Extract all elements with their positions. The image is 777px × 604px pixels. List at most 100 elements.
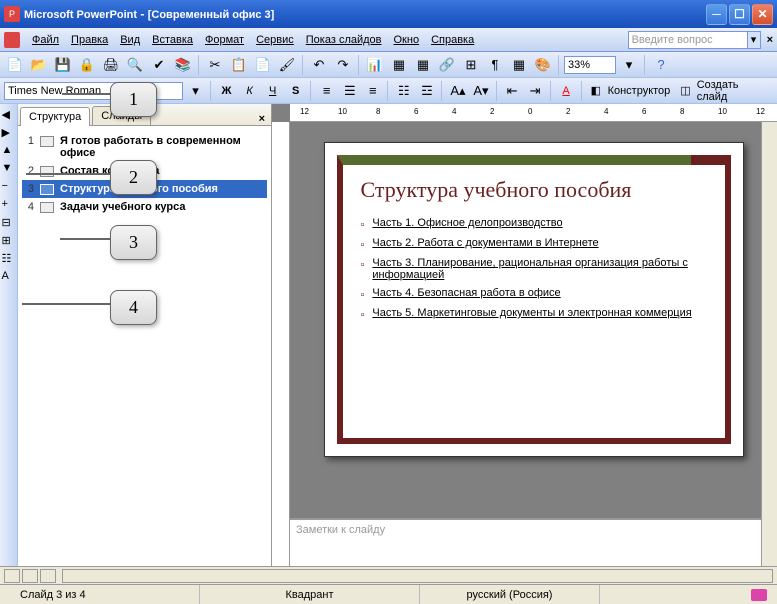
demote-button[interactable]: ▶ [2, 126, 16, 140]
title-bar: P Microsoft PowerPoint - [Современный оф… [0, 0, 777, 28]
help-dropdown-icon[interactable]: ▾ [747, 31, 761, 49]
maximize-button[interactable]: ☐ [729, 4, 750, 25]
status-bar: Слайд 3 из 4 Квадрант русский (Россия) [0, 584, 777, 604]
help-search-input[interactable]: Введите вопрос [628, 31, 748, 49]
table-button[interactable]: ▦ [388, 54, 410, 76]
expand-button[interactable]: + [2, 198, 16, 212]
new-slide-button[interactable]: ◫Создать слайд [676, 77, 773, 105]
bold-button[interactable]: Ж [216, 80, 237, 102]
format-painter-button[interactable]: 🖌 [276, 54, 298, 76]
status-icon [751, 589, 767, 601]
print-button[interactable]: 🖨 [100, 54, 122, 76]
menu-tools[interactable]: Сервис [250, 32, 300, 48]
menu-help[interactable]: Справка [425, 32, 480, 48]
summary-slide-button[interactable]: ☷ [2, 252, 16, 266]
callout-3: 3 [110, 225, 157, 260]
notes-pane[interactable]: Заметки к слайду [290, 518, 777, 566]
cut-button[interactable]: ✂ [204, 54, 226, 76]
slide-icon [40, 166, 54, 177]
slideshow-view-button[interactable] [40, 569, 56, 583]
spellcheck-button[interactable]: ✔ [148, 54, 170, 76]
paste-button[interactable]: 📄 [252, 54, 274, 76]
font-selector[interactable]: Times New Roman [4, 82, 119, 100]
slide[interactable]: Структура учебного пособия Часть 1. Офис… [324, 142, 744, 457]
size-dropdown-icon[interactable]: ▾ [185, 80, 206, 102]
menu-window[interactable]: Окно [388, 32, 426, 48]
vertical-scrollbar[interactable] [761, 122, 777, 566]
increase-indent-button[interactable]: ⇥ [525, 80, 546, 102]
slide-icon [40, 184, 54, 195]
menu-file[interactable]: Файл [26, 32, 65, 48]
show-formatting-button[interactable]: A [2, 270, 16, 284]
align-right-button[interactable]: ≡ [362, 80, 383, 102]
zoom-dropdown-icon[interactable]: ▾ [618, 54, 640, 76]
shadow-button[interactable]: S [285, 80, 306, 102]
slide-bullets[interactable]: Часть 1. Офисное делопроизводство Часть … [361, 217, 707, 321]
decrease-font-button[interactable]: A▾ [470, 80, 491, 102]
research-button[interactable]: 📚 [172, 54, 194, 76]
permission-button[interactable]: 🔒 [76, 54, 98, 76]
new-button[interactable]: 📄 [4, 54, 26, 76]
numbered-list-button[interactable]: ☷ [393, 80, 414, 102]
increase-font-button[interactable]: A▴ [447, 80, 468, 102]
move-down-button[interactable]: ▼ [2, 162, 16, 176]
preview-button[interactable]: 🔍 [124, 54, 146, 76]
doc-close-button[interactable]: × [767, 34, 773, 46]
move-up-button[interactable]: ▲ [2, 144, 16, 158]
outline-item[interactable]: 4 Задачи учебного курса [22, 198, 267, 216]
promote-button[interactable]: ◀ [2, 108, 16, 122]
slide-icon [40, 136, 54, 147]
outline-toolbar: ◀ ▶ ▲ ▼ − + ⊟ ⊞ ☷ A [0, 104, 18, 566]
help-button[interactable]: ? [650, 54, 672, 76]
copy-button[interactable]: 📋 [228, 54, 250, 76]
outline-item[interactable]: 1 Я готов работать в современном офисе [22, 132, 267, 162]
align-left-button[interactable]: ≡ [316, 80, 337, 102]
slide-area[interactable]: Структура учебного пособия Часть 1. Офис… [290, 122, 777, 518]
menu-insert[interactable]: Вставка [146, 32, 199, 48]
italic-button[interactable]: К [239, 80, 260, 102]
minimize-button[interactable]: ─ [706, 4, 727, 25]
horizontal-scrollbar[interactable] [62, 569, 773, 583]
callout-1: 1 [110, 82, 157, 117]
redo-button[interactable]: ↷ [332, 54, 354, 76]
grid-button[interactable]: ▦ [508, 54, 530, 76]
undo-button[interactable]: ↶ [308, 54, 330, 76]
underline-button[interactable]: Ч [262, 80, 283, 102]
decrease-indent-button[interactable]: ⇤ [501, 80, 522, 102]
zoom-input[interactable]: 33% [564, 56, 616, 74]
save-button[interactable]: 💾 [52, 54, 74, 76]
callout-2: 2 [110, 160, 157, 195]
app-icon: P [4, 6, 20, 22]
font-color-button[interactable]: A [556, 80, 577, 102]
show-formatting-button[interactable]: ¶ [484, 54, 506, 76]
standard-toolbar: 📄 📂 💾 🔒 🖨 🔍 ✔ 📚 ✂ 📋 📄 🖌 ↶ ↷ 📊 ▦ ▦ 🔗 ⊞ ¶ … [0, 52, 777, 78]
close-button[interactable]: ✕ [752, 4, 773, 25]
designer-button[interactable]: ◧Конструктор [587, 82, 675, 100]
collapse-button[interactable]: − [2, 180, 16, 194]
align-center-button[interactable]: ☰ [339, 80, 360, 102]
menu-bar: Файл Правка Вид Вставка Формат Сервис По… [0, 28, 777, 52]
callout-4: 4 [110, 290, 157, 325]
normal-view-button[interactable] [4, 569, 20, 583]
slide-title[interactable]: Структура учебного пособия [361, 177, 707, 203]
collapse-all-button[interactable]: ⊟ [2, 216, 16, 230]
bullet-list-button[interactable]: ☲ [416, 80, 437, 102]
menu-slideshow[interactable]: Показ слайдов [300, 32, 388, 48]
slide-icon [40, 202, 54, 213]
tables-borders-button[interactable]: ▦ [412, 54, 434, 76]
open-button[interactable]: 📂 [28, 54, 50, 76]
chart-button[interactable]: 📊 [364, 54, 386, 76]
expand-all-button[interactable]: ⊞ [2, 234, 16, 248]
menu-format[interactable]: Формат [199, 32, 250, 48]
tab-outline[interactable]: Структура [20, 107, 90, 126]
sorter-view-button[interactable] [22, 569, 38, 583]
window-title: Microsoft PowerPoint - [Современный офис… [24, 7, 706, 21]
hyperlink-button[interactable]: 🔗 [436, 54, 458, 76]
close-pane-button[interactable]: × [259, 113, 265, 125]
color-button[interactable]: 🎨 [532, 54, 554, 76]
view-buttons-bar [0, 566, 777, 584]
vertical-ruler [272, 122, 290, 566]
expand-button[interactable]: ⊞ [460, 54, 482, 76]
menu-edit[interactable]: Правка [65, 32, 114, 48]
menu-view[interactable]: Вид [114, 32, 146, 48]
